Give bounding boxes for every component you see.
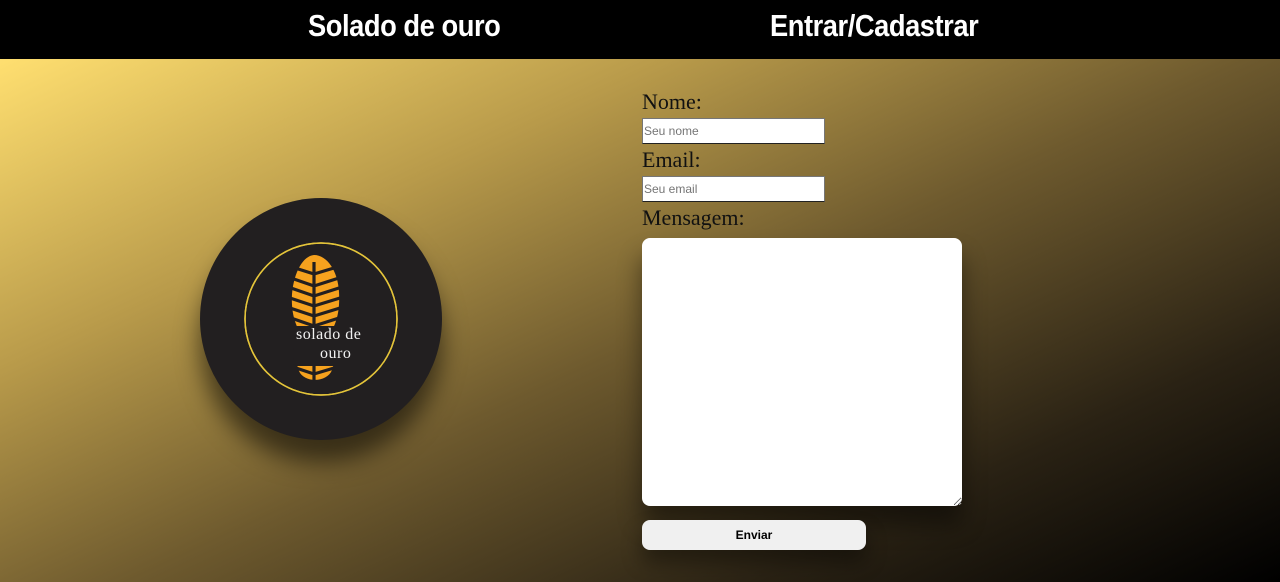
email-label: Email: [642,147,701,172]
logo-text: solado de ouro [296,325,386,363]
boot-sole-icon [244,242,398,396]
message-textarea[interactable] [642,238,962,506]
brand-title: Solado de ouro [308,8,501,43]
logo-text-line1: solado de [296,326,362,343]
logo-text-line2: ouro [320,345,352,362]
name-label: Nome: [642,89,702,114]
login-signup-link[interactable]: Entrar/Cadastrar [770,8,979,44]
main-section: solado de ouro Nome: Email: Mensagem: En… [0,59,1280,582]
send-button[interactable]: Enviar [642,520,866,550]
site-header: Solado de ouro Entrar/Cadastrar [0,0,1280,59]
brand-logo: solado de ouro [200,198,442,440]
message-label: Mensagem: [642,205,745,230]
name-input[interactable] [642,118,825,144]
email-input[interactable] [642,176,825,202]
